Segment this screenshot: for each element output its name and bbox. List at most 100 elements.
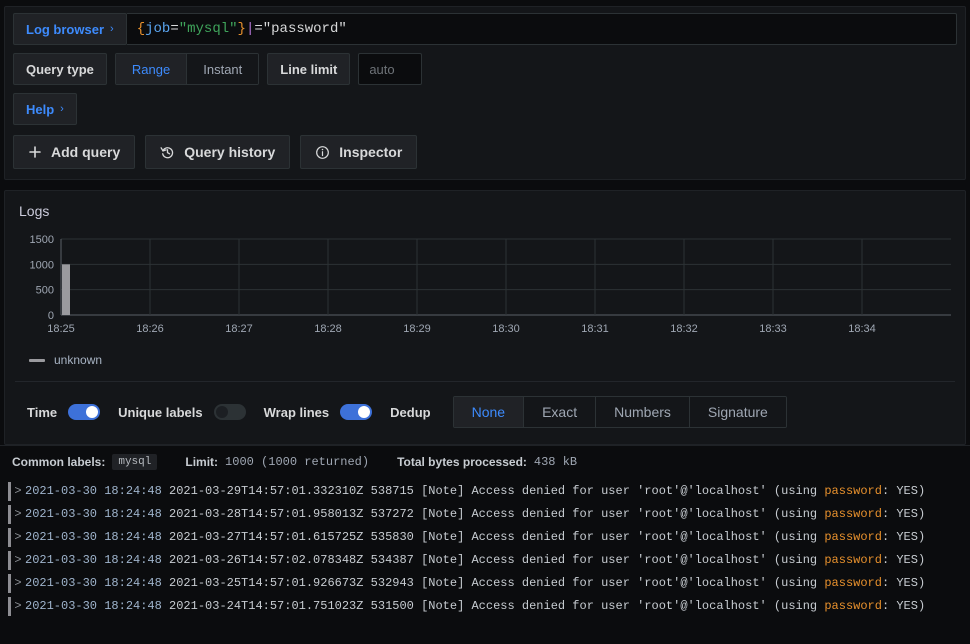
x-axis-tick-label: 18:29: [403, 323, 431, 335]
option-time: Time: [27, 404, 100, 420]
option-unique-labels: Unique labels: [118, 404, 246, 420]
log-row-timestamp: 2021-03-30 18:24:48: [25, 507, 169, 521]
log-row[interactable]: >2021-03-30 18:24:48 2021-03-27T14:57:01…: [0, 526, 970, 549]
dedup-label: Dedup: [390, 405, 430, 420]
log-row[interactable]: >2021-03-30 18:24:48 2021-03-25T14:57:01…: [0, 572, 970, 595]
log-row-timestamp: 2021-03-30 18:24:48: [25, 599, 169, 613]
query-type-label: Query type: [13, 53, 107, 85]
log-rows-list: >2021-03-30 18:24:48 2021-03-29T14:57:01…: [0, 480, 970, 618]
unique-labels-label: Unique labels: [118, 405, 203, 420]
x-axis-tick-label: 18:25: [47, 323, 75, 335]
log-row-expand-icon[interactable]: >: [11, 595, 25, 618]
wrap-lines-label: Wrap lines: [264, 405, 330, 420]
y-axis-tick-label: 1000: [30, 259, 54, 271]
x-axis-tick-label: 18:31: [581, 323, 609, 335]
query-type-row: Query type Range Instant Line limit: [13, 53, 957, 85]
x-axis-tick-label: 18:34: [848, 323, 876, 335]
x-axis-tick-label: 18:28: [314, 323, 342, 335]
log-match-highlight: password: [824, 553, 882, 567]
log-row-expand-icon[interactable]: >: [11, 480, 25, 503]
query-token: }: [238, 21, 246, 37]
dedup-option-none[interactable]: None: [454, 397, 524, 427]
log-row-expand-icon[interactable]: >: [11, 549, 25, 572]
logs-panel: Logs 0 500 1000 1500 18:25 18:26 18:27 18:28 18:…: [4, 190, 966, 445]
query-type-instant[interactable]: Instant: [187, 54, 258, 84]
add-query-label: Add query: [51, 144, 120, 160]
log-row[interactable]: >2021-03-30 18:24:48 2021-03-28T14:57:01…: [0, 503, 970, 526]
x-axis-tick-label: 18:32: [670, 323, 698, 335]
plus-icon: [28, 145, 42, 159]
query-token: job: [145, 21, 170, 37]
panel-title: Logs: [5, 191, 965, 219]
dedup-button-group[interactable]: None Exact Numbers Signature: [453, 396, 787, 428]
histogram-svg: 0 500 1000 1500 18:25 18:26 18:27 18:28 18:29 18:…: [19, 233, 957, 341]
log-row-expand-icon[interactable]: >: [11, 503, 25, 526]
log-row-text: 2021-03-30 18:24:48 2021-03-24T14:57:01.…: [25, 595, 925, 618]
query-type-toggle-group[interactable]: Range Instant: [115, 53, 259, 85]
log-row-expand-icon[interactable]: >: [11, 572, 25, 595]
query-actions-row: Add query Query history Inspector: [13, 135, 957, 169]
chevron-right-icon: ›: [60, 103, 64, 115]
histogram-bar: [62, 264, 70, 315]
legend-color-swatch: [29, 359, 45, 362]
query-token: "password": [263, 21, 347, 37]
option-dedup: Dedup: [390, 405, 430, 420]
line-limit-label: Line limit: [267, 53, 350, 85]
log-match-highlight: password: [824, 484, 882, 498]
log-row-text: 2021-03-30 18:24:48 2021-03-25T14:57:01.…: [25, 572, 925, 595]
limit-value: 1000 (1000 returned): [225, 455, 369, 469]
log-row-timestamp: 2021-03-30 18:24:48: [25, 484, 169, 498]
chart-legend: unknown: [5, 343, 965, 367]
query-expression-text: {job="mysql"}|="password": [137, 21, 347, 37]
dedup-option-numbers[interactable]: Numbers: [596, 397, 690, 427]
time-label: Time: [27, 405, 57, 420]
line-limit-input[interactable]: [358, 53, 422, 85]
query-token: =: [170, 21, 178, 37]
log-row-timestamp: 2021-03-30 18:24:48: [25, 530, 169, 544]
info-circle-icon: [315, 145, 330, 160]
x-axis-tick-label: 18:27: [225, 323, 253, 335]
log-row-expand-icon[interactable]: >: [11, 526, 25, 549]
time-toggle[interactable]: [68, 404, 100, 420]
logs-histogram[interactable]: 0 500 1000 1500 18:25 18:26 18:27 18:28 18:29 18:…: [19, 233, 951, 343]
bytes-processed-value: 438 kB: [534, 455, 577, 469]
x-axis-tick-label: 18:33: [759, 323, 787, 335]
query-history-label: Query history: [184, 144, 275, 160]
log-row[interactable]: >2021-03-30 18:24:48 2021-03-26T14:57:02…: [0, 549, 970, 572]
legend-item-label: unknown: [54, 353, 102, 367]
query-history-button[interactable]: Query history: [145, 135, 290, 169]
log-match-highlight: password: [824, 507, 882, 521]
log-row-text: 2021-03-30 18:24:48 2021-03-29T14:57:01.…: [25, 480, 925, 503]
y-axis-tick-label: 0: [48, 310, 54, 322]
query-row: Log browser › {job="mysql"}|="password": [13, 13, 957, 45]
common-labels-label: Common labels:: [12, 455, 105, 469]
log-row[interactable]: >2021-03-30 18:24:48 2021-03-24T14:57:01…: [0, 595, 970, 618]
option-wrap-lines: Wrap lines: [264, 404, 373, 420]
common-labels-chip[interactable]: mysql: [112, 454, 157, 470]
log-row[interactable]: >2021-03-30 18:24:48 2021-03-29T14:57:01…: [0, 480, 970, 503]
dedup-option-signature[interactable]: Signature: [690, 397, 786, 427]
chevron-right-icon: ›: [110, 23, 114, 35]
help-label: Help: [26, 102, 54, 117]
add-query-button[interactable]: Add query: [13, 135, 135, 169]
log-match-highlight: password: [824, 530, 882, 544]
y-axis-tick-label: 500: [36, 285, 54, 297]
help-button[interactable]: Help ›: [13, 93, 77, 125]
log-browser-button[interactable]: Log browser ›: [13, 13, 127, 45]
query-input[interactable]: {job="mysql"}|="password": [127, 13, 957, 45]
log-options-row: Time Unique labels Wrap lines Dedup None…: [5, 382, 965, 444]
log-row-timestamp: 2021-03-30 18:24:48: [25, 553, 169, 567]
inspector-button[interactable]: Inspector: [300, 135, 417, 169]
limit-label: Limit:: [185, 455, 218, 469]
log-match-highlight: password: [824, 576, 882, 590]
query-token: {: [137, 21, 145, 37]
log-browser-label: Log browser: [26, 22, 104, 37]
unique-labels-toggle[interactable]: [214, 404, 246, 420]
wrap-lines-toggle[interactable]: [340, 404, 372, 420]
x-axis-tick-label: 18:26: [136, 323, 164, 335]
y-axis-tick-label: 1500: [30, 234, 54, 246]
log-row-text: 2021-03-30 18:24:48 2021-03-28T14:57:01.…: [25, 503, 925, 526]
query-editor-section: Log browser › {job="mysql"}|="password" …: [4, 6, 966, 180]
dedup-option-exact[interactable]: Exact: [524, 397, 596, 427]
query-type-range[interactable]: Range: [116, 54, 187, 84]
